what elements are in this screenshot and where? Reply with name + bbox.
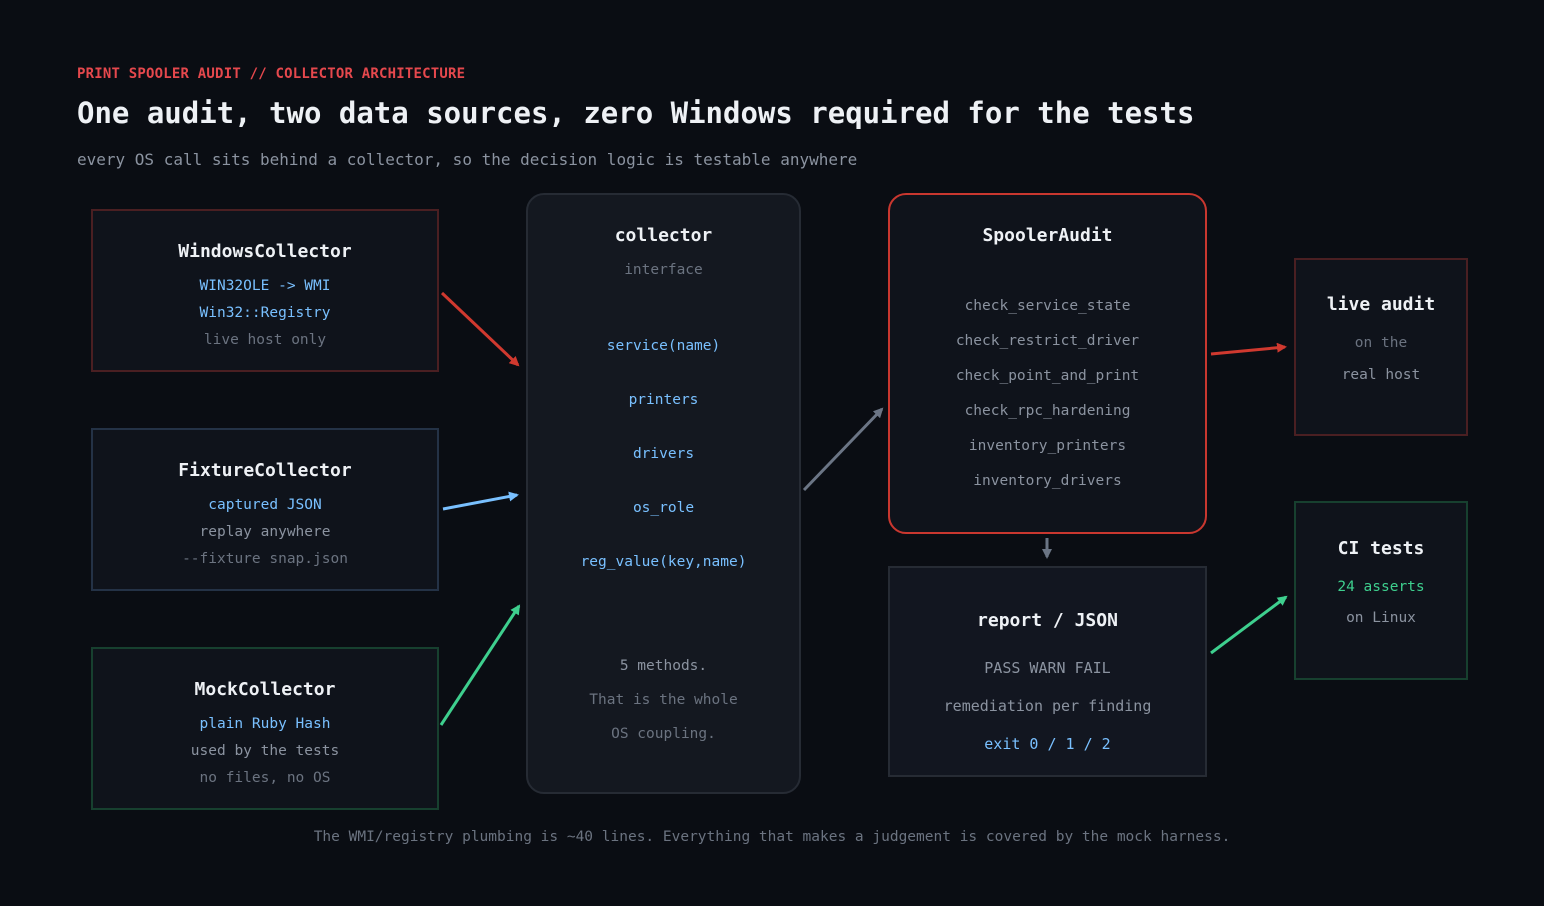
arrow-collector-to-audit — [802, 407, 884, 492]
arrow-report-to-ci — [1210, 595, 1288, 655]
arrow-windows-to-collector — [440, 291, 520, 367]
arrow-audit-to-live — [1210, 342, 1287, 356]
connector-arrows — [439, 291, 1288, 726]
footer-note: The WMI/registry plumbing is ~40 lines. … — [313, 829, 1231, 845]
arrow-mock-to-collector — [439, 604, 521, 726]
arrow-fixture-to-collector — [442, 491, 519, 511]
